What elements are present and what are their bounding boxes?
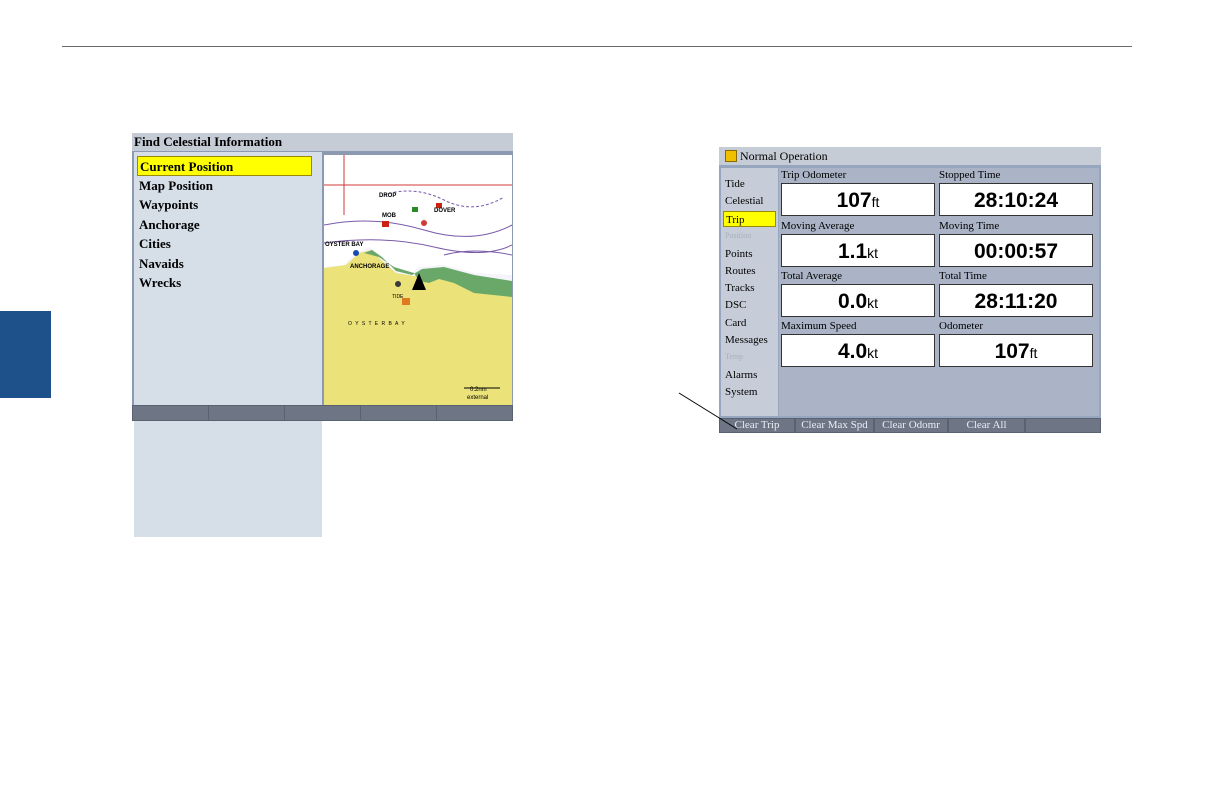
callout-line — [678, 392, 738, 430]
